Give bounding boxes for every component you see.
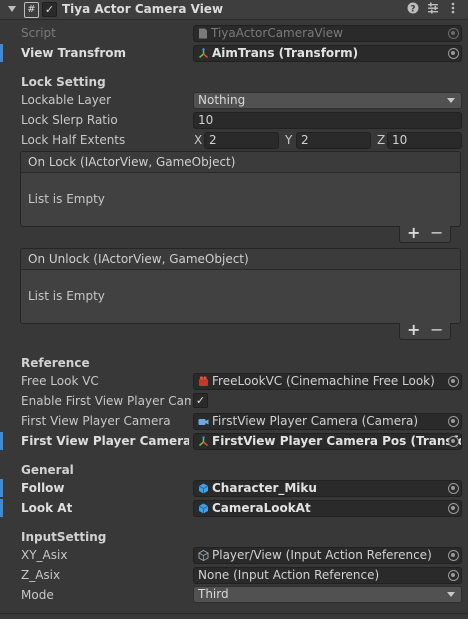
free-look-vc-label: Free Look VC — [21, 374, 99, 388]
component-title: Tiya Actor Camera View — [62, 2, 224, 16]
object-picker-icon[interactable] — [448, 570, 459, 581]
object-picker-icon[interactable] — [448, 48, 459, 59]
override-marker — [0, 44, 3, 62]
half-extents-y-input[interactable]: 2 — [296, 132, 371, 149]
remove-button[interactable]: − — [430, 320, 443, 339]
y-label: Y — [285, 133, 293, 147]
script-field[interactable]: TiyaActorCameraView — [193, 25, 462, 42]
transform-icon — [198, 48, 209, 61]
free-look-vc-field[interactable]: FreeLookVC (Cinemachine Free Look) — [193, 373, 462, 390]
follow-field[interactable]: Character_Miku — [193, 480, 462, 497]
view-transform-label: View Transfrom — [21, 46, 127, 60]
on-lock-list-footer: + − — [399, 223, 451, 243]
input-action-icon — [198, 549, 209, 563]
divider — [0, 613, 468, 614]
look-at-label: Look At — [21, 501, 73, 515]
dropdown-arrow-icon — [447, 98, 455, 103]
z-label: Z — [377, 133, 386, 147]
override-marker — [0, 479, 3, 497]
component-header[interactable]: # ✓ Tiya Actor Camera View ? — [0, 0, 468, 20]
object-picker-icon[interactable] — [448, 550, 459, 561]
dropdown-arrow-icon — [447, 592, 455, 597]
foldout-arrow-icon[interactable] — [8, 6, 16, 12]
component-enabled-checkbox[interactable]: ✓ — [42, 2, 57, 17]
half-extents-z-input[interactable]: 10 — [387, 132, 462, 149]
object-picker-icon[interactable] — [448, 483, 459, 494]
lockable-layer-dropdown[interactable]: Nothing — [193, 92, 462, 109]
object-picker-icon[interactable] — [448, 436, 459, 447]
lock-setting-header: Lock Setting — [21, 75, 106, 89]
override-marker — [0, 499, 3, 517]
script-label: Script — [21, 26, 56, 40]
enable-first-view-label: Enable First View Player Camera — [21, 394, 191, 408]
input-setting-header: InputSetting — [21, 530, 107, 544]
script-icon: # — [24, 2, 39, 18]
list-empty-text: List is Empty — [28, 192, 105, 206]
camera-icon — [198, 416, 209, 429]
first-view-follow-label: First View Player Camera Follow — [21, 434, 189, 448]
x-label: X — [194, 133, 203, 147]
add-button[interactable]: + — [407, 223, 420, 242]
on-lock-event-header: On Lock (IActorView, GameObject) — [21, 152, 460, 173]
object-picker-icon[interactable] — [448, 503, 459, 514]
object-picker-icon[interactable] — [448, 416, 459, 427]
reference-header: Reference — [21, 356, 90, 370]
override-marker — [0, 432, 3, 450]
on-unlock-event-list: On Unlock (IActorView, GameObject) List … — [20, 248, 461, 324]
more-icon[interactable] — [446, 2, 460, 16]
on-unlock-list-footer: + − — [399, 320, 451, 340]
cinemachine-icon — [198, 376, 209, 389]
lock-half-extents-label: Lock Half Extents — [21, 133, 126, 147]
mode-label: Mode — [21, 588, 54, 602]
mode-dropdown[interactable]: Third — [193, 586, 462, 603]
on-unlock-event-header: On Unlock (IActorView, GameObject) — [21, 249, 460, 270]
transform-icon — [198, 436, 209, 449]
object-picker-icon — [448, 28, 459, 39]
z-asix-field[interactable]: None (Input Action Reference) — [193, 567, 462, 584]
gameobject-icon — [198, 503, 209, 516]
gameobject-icon — [198, 483, 209, 496]
xy-asix-label: XY_Asix — [21, 548, 68, 562]
z-asix-label: Z_Asix — [21, 568, 61, 582]
remove-button[interactable]: − — [430, 223, 443, 242]
add-button[interactable]: + — [407, 320, 420, 339]
look-at-field[interactable]: CameraLookAt — [193, 500, 462, 517]
first-view-camera-field[interactable]: FirstView Player Camera (Camera) — [193, 413, 462, 430]
enable-first-view-checkbox[interactable]: ✓ — [193, 393, 208, 408]
general-header: General — [21, 463, 74, 477]
lock-slerp-ratio-label: Lock Slerp Ratio — [21, 113, 118, 127]
view-transform-field[interactable]: AimTrans (Transform) — [193, 45, 462, 62]
on-lock-event-list: On Lock (IActorView, GameObject) List is… — [20, 151, 461, 227]
lockable-layer-label: Lockable Layer — [21, 93, 112, 107]
help-icon[interactable]: ? — [406, 2, 420, 16]
follow-label: Follow — [21, 481, 65, 495]
preset-icon[interactable] — [426, 2, 440, 16]
cs-script-icon — [198, 28, 208, 41]
object-picker-icon[interactable] — [448, 376, 459, 387]
lock-slerp-ratio-input[interactable]: 10 — [193, 112, 462, 129]
half-extents-x-input[interactable]: 2 — [204, 132, 279, 149]
first-view-follow-field[interactable]: FirstView Player Camera Pos (Transform) — [193, 433, 462, 450]
svg-text:?: ? — [410, 5, 415, 15]
xy-asix-field[interactable]: Player/View (Input Action Reference) — [193, 547, 462, 564]
list-empty-text: List is Empty — [28, 289, 105, 303]
first-view-camera-label: First View Player Camera — [21, 414, 171, 428]
